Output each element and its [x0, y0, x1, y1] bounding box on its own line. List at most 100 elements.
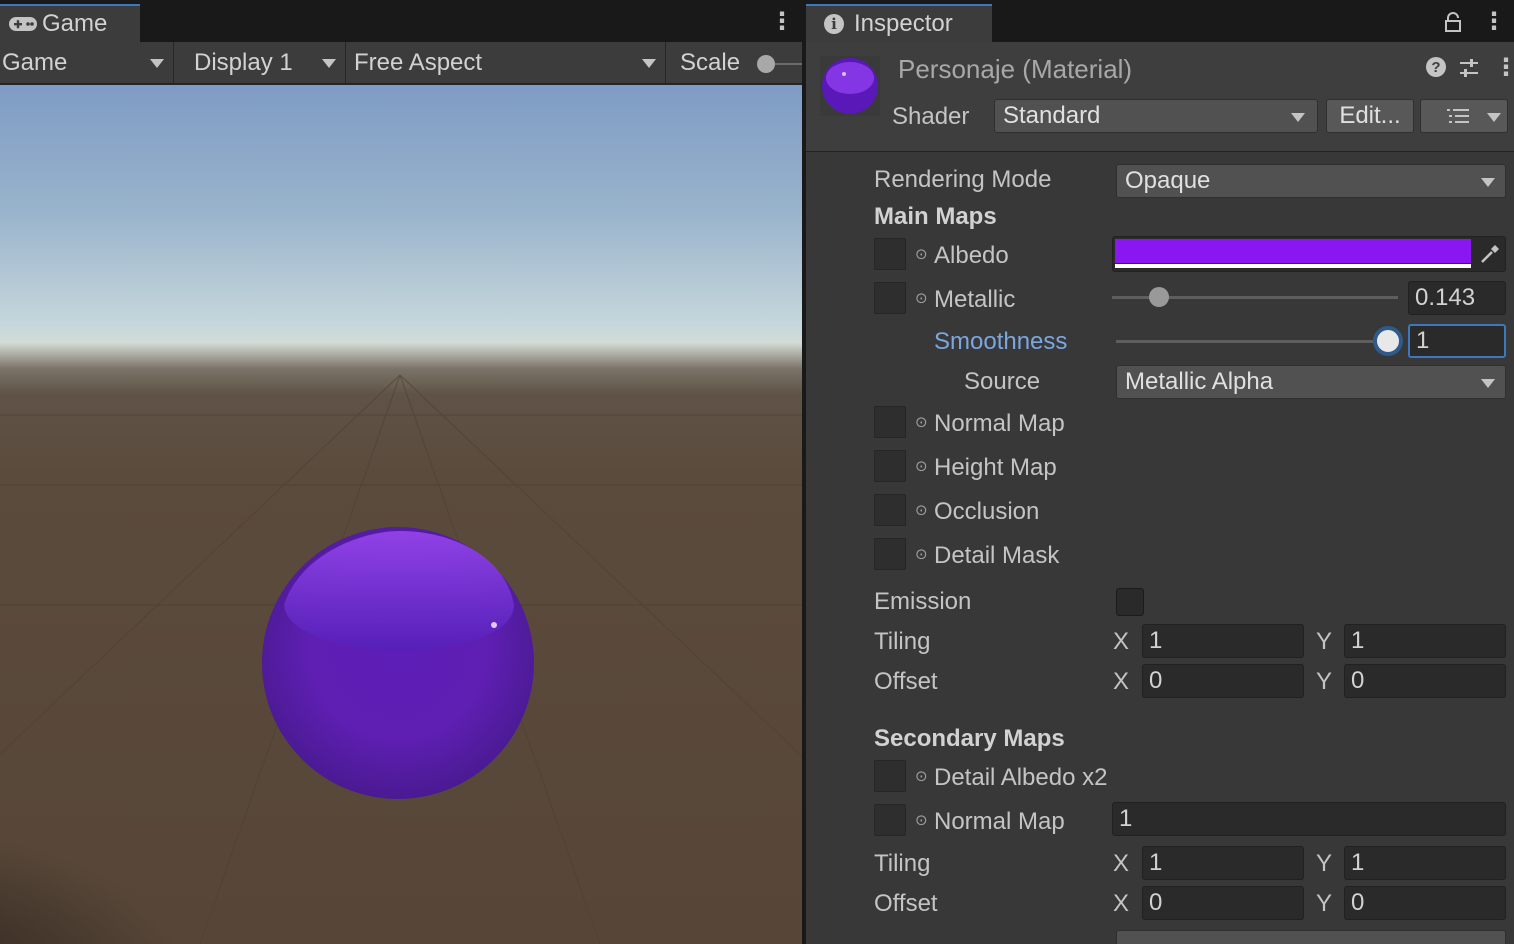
- game-mode-dropdown[interactable]: Game: [0, 42, 174, 84]
- main-maps-header: Main Maps: [874, 203, 997, 230]
- main-offset-x-value: 0: [1149, 667, 1163, 694]
- occlusion-texture-slot[interactable]: [874, 494, 906, 526]
- height-map-texture-slot[interactable]: [874, 450, 906, 482]
- metallic-value-field[interactable]: 0.143: [1408, 281, 1506, 315]
- inspector-kebab-icon[interactable]: ⋮: [1482, 10, 1506, 34]
- tab-game[interactable]: Game: [0, 4, 140, 42]
- metallic-texture-slot[interactable]: [874, 282, 906, 314]
- sec-tiling-y-label: Y: [1316, 850, 1333, 877]
- emission-checkbox[interactable]: [1116, 588, 1144, 616]
- sec-offset-y-field[interactable]: 0: [1344, 886, 1506, 920]
- main-offset-y-value: 0: [1351, 667, 1365, 694]
- scene-render: [0, 374, 802, 944]
- object-picker-icon[interactable]: ⊙: [915, 545, 928, 563]
- main-offset-label: Offset: [874, 668, 938, 695]
- detail-albedo-texture-slot[interactable]: [874, 760, 906, 792]
- list-icon: [1447, 109, 1469, 123]
- normal-map-texture-slot[interactable]: [874, 406, 906, 438]
- game-mode-label: Game: [2, 49, 68, 76]
- shader-options-button[interactable]: [1420, 99, 1508, 133]
- material-name: Personaje (Material): [898, 54, 1133, 84]
- aspect-label: Free Aspect: [354, 49, 483, 76]
- lock-icon[interactable]: [1444, 12, 1462, 32]
- main-offset-x-label: X: [1113, 668, 1130, 695]
- display-label: Display 1: [194, 49, 293, 76]
- object-picker-icon[interactable]: ⊙: [915, 245, 928, 263]
- main-tiling-y-label: Y: [1316, 628, 1333, 655]
- secondary-maps-header: Secondary Maps: [874, 725, 1065, 752]
- occlusion-label: Occlusion: [934, 498, 1040, 525]
- sec-offset-x-label: X: [1113, 890, 1130, 917]
- info-icon: i: [824, 14, 844, 34]
- emission-label: Emission: [874, 588, 972, 615]
- shader-label: Shader: [892, 103, 970, 130]
- height-map-label: Height Map: [934, 454, 1057, 481]
- main-tiling-y-field[interactable]: 1: [1344, 624, 1506, 658]
- rendering-mode-dropdown[interactable]: Opaque: [1116, 164, 1506, 198]
- chevron-down-icon: [150, 59, 164, 68]
- sec-tiling-y-field[interactable]: 1: [1344, 846, 1506, 880]
- main-offset-y-field[interactable]: 0: [1344, 664, 1506, 698]
- detail-mask-texture-slot[interactable]: [874, 538, 906, 570]
- display-dropdown[interactable]: Display 1: [176, 42, 346, 84]
- object-picker-icon[interactable]: ⊙: [915, 413, 928, 431]
- smoothness-slider-track[interactable]: [1116, 340, 1388, 343]
- sec-tiling-x-field[interactable]: 1: [1142, 846, 1304, 880]
- shader-value: Standard: [1003, 102, 1101, 129]
- eyedropper-icon[interactable]: [1479, 243, 1501, 265]
- rendering-mode-label: Rendering Mode: [874, 166, 1052, 193]
- object-picker-icon[interactable]: ⊙: [915, 457, 928, 475]
- sec-offset-y-label: Y: [1316, 890, 1333, 917]
- main-offset-x-field[interactable]: 0: [1142, 664, 1304, 698]
- sec-tiling-label: Tiling: [874, 850, 931, 877]
- help-icon[interactable]: ?: [1426, 57, 1446, 77]
- material-preview: [820, 56, 880, 116]
- albedo-color-field[interactable]: [1112, 236, 1506, 272]
- source-dropdown[interactable]: Metallic Alpha: [1116, 365, 1506, 399]
- inspector-panel: i Inspector ⋮ Personaje (Material) ? ⋮ S…: [806, 0, 1514, 944]
- gamepad-icon: [9, 17, 37, 31]
- game-toolbar: Game Display 1 Free Aspect Scale: [0, 42, 802, 84]
- detail-albedo-label: Detail Albedo x2: [934, 764, 1108, 791]
- game-kebab-icon[interactable]: ⋮: [770, 10, 794, 34]
- sec-offset-y-value: 0: [1351, 889, 1365, 916]
- shader-dropdown[interactable]: Standard: [994, 99, 1318, 133]
- object-picker-icon[interactable]: ⊙: [915, 767, 928, 785]
- metallic-value: 0.143: [1415, 284, 1476, 311]
- main-tiling-x-field[interactable]: 1: [1142, 624, 1304, 658]
- chevron-down-icon: [322, 59, 336, 68]
- chevron-down-icon: [1481, 178, 1495, 187]
- smoothness-value-field[interactable]: 1: [1408, 324, 1506, 358]
- secondary-normal-scale-field[interactable]: 1: [1112, 802, 1506, 836]
- uv-set-dropdown[interactable]: [1116, 930, 1506, 944]
- edit-shader-button[interactable]: Edit...: [1326, 99, 1414, 133]
- source-label: Source: [964, 368, 1041, 395]
- chevron-down-icon: [1487, 113, 1501, 122]
- tab-inspector[interactable]: i Inspector: [806, 4, 992, 42]
- object-picker-icon[interactable]: ⊙: [915, 501, 928, 519]
- sec-tiling-x-value: 1: [1149, 849, 1163, 876]
- edit-shader-label: Edit...: [1339, 102, 1401, 129]
- game-panel: Game ⋮ Game Display 1 Free Aspect Scale: [0, 0, 802, 944]
- object-picker-icon[interactable]: ⊙: [915, 289, 928, 307]
- source-value: Metallic Alpha: [1125, 368, 1274, 395]
- sec-offset-x-field[interactable]: 0: [1142, 886, 1304, 920]
- settings-icon[interactable]: [1458, 57, 1480, 79]
- main-tiling-y-value: 1: [1351, 627, 1365, 654]
- aspect-dropdown[interactable]: Free Aspect: [348, 42, 666, 84]
- albedo-color-swatch: [1115, 239, 1471, 263]
- tab-inspector-label: Inspector: [854, 10, 953, 37]
- scale-slider-handle[interactable]: [757, 55, 775, 73]
- albedo-texture-slot[interactable]: [874, 238, 906, 270]
- smoothness-slider-handle[interactable]: [1373, 326, 1403, 356]
- secondary-normal-texture-slot[interactable]: [874, 804, 906, 836]
- main-tiling-x-label: X: [1113, 628, 1130, 655]
- material-kebab-icon[interactable]: ⋮: [1494, 56, 1514, 80]
- tab-game-label: Game: [42, 10, 108, 37]
- metallic-slider-handle[interactable]: [1149, 287, 1169, 307]
- secondary-normal-scale-value: 1: [1119, 805, 1133, 832]
- game-viewport[interactable]: [0, 85, 802, 944]
- detail-mask-label: Detail Mask: [934, 542, 1060, 569]
- object-picker-icon[interactable]: ⊙: [915, 811, 928, 829]
- metallic-label: Metallic: [934, 286, 1016, 313]
